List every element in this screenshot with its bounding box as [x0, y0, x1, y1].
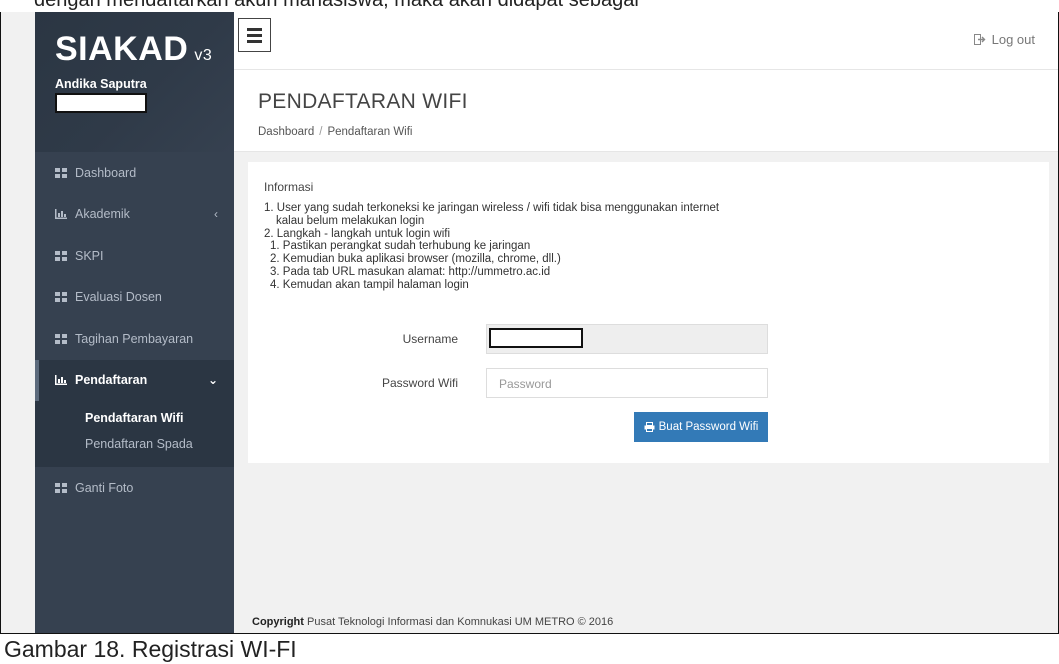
- footer: Copyright Pusat Teknologi Informasi dan …: [234, 606, 1058, 633]
- grid-icon: [55, 167, 67, 178]
- main-area: Log out PENDAFTARAN WIFI Dashboard / Penda…: [234, 12, 1058, 633]
- sidebar-item-label: Pendaftaran: [75, 373, 148, 388]
- password-label: Password Wifi: [381, 376, 458, 390]
- username-label: Username: [402, 332, 458, 346]
- sidebar-item-evaluasi-dosen[interactable]: Evaluasi Dosen: [35, 277, 234, 319]
- sign-out-icon: [973, 34, 986, 45]
- logout-label: Log out: [991, 32, 1035, 47]
- page-header: PENDAFTARAN WIFI Dashboard / Pendaftaran W…: [234, 70, 1058, 152]
- hamburger-icon: [247, 27, 262, 31]
- sidebar-submenu: Pendaftaran Wifi Pendaftaran Spada: [35, 401, 234, 467]
- wifi-registration-panel: Informasi 1. User yang sudah terkoneksi …: [248, 162, 1049, 463]
- grid-icon: [55, 482, 67, 493]
- chevron-left-icon: ‹: [214, 207, 218, 222]
- sidebar-item-pendaftaran[interactable]: Pendaftaran ⌄: [35, 359, 234, 401]
- sidebar-subitem-pendaftaran-spada[interactable]: Pendaftaran Spada: [35, 431, 234, 457]
- logout-link[interactable]: Log out: [973, 32, 1035, 47]
- redacted-username: [489, 328, 583, 348]
- breadcrumb-dashboard[interactable]: Dashboard: [258, 126, 314, 138]
- breadcrumb-current: Pendaftaran Wifi: [327, 126, 413, 138]
- info-line: 4. Kemudan akan tampil halaman login: [270, 278, 469, 291]
- sidebar-item-skpi[interactable]: SKPI: [35, 235, 234, 277]
- info-text: 1. User yang sudah terkoneksi ke jaringa…: [264, 202, 1049, 292]
- copyright-label: Copyright: [252, 616, 304, 628]
- password-row: Password Wifi Password: [276, 368, 768, 398]
- redacted-id: [55, 93, 147, 113]
- brand-name: SIAKAD: [55, 30, 189, 68]
- chevron-down-icon: ⌄: [207, 373, 218, 388]
- panel-title: Informasi: [264, 180, 314, 194]
- sidebar-item-label: Evaluasi Dosen: [75, 290, 162, 305]
- menu-toggle-button[interactable]: [238, 18, 271, 52]
- sidebar-nav: Dashboard Akademik ‹ SKPI Evaluasi Dosen…: [35, 152, 234, 509]
- sidebar-item-label: Ganti Foto: [75, 480, 134, 495]
- username-field: [486, 324, 768, 354]
- info-line: kalau belum melakukan login: [276, 214, 425, 227]
- info-line: 2. Langkah - langkah untuk login wifi: [264, 227, 451, 240]
- button-label: Buat Password Wifi: [658, 421, 759, 433]
- user-name: Andika Saputra: [55, 77, 147, 91]
- figure-caption: Gambar 18. Registrasi WI-FI: [4, 636, 297, 662]
- page-title: PENDAFTARAN WIFI: [258, 90, 468, 113]
- info-line: 1. Pastikan perangkat sudah terhubung ke…: [270, 240, 531, 253]
- document-caption-top: dengan mendaftarkan akun mahasiswa, maka…: [0, 0, 1059, 12]
- sidebar-item-label: Akademik: [75, 207, 130, 222]
- sidebar-subitem-pendaftaran-wifi[interactable]: Pendaftaran Wifi: [35, 405, 234, 431]
- sidebar-item-akademik[interactable]: Akademik ‹: [35, 194, 234, 236]
- app-window: SIAKAD v3 Andika Saputra Dashboard Akadem…: [0, 12, 1059, 634]
- password-placeholder: Password: [499, 377, 552, 391]
- sidebar-item-label: Tagihan Pembayaran: [75, 331, 194, 346]
- brand-version: v3: [194, 47, 213, 64]
- sidebar: SIAKAD v3 Andika Saputra Dashboard Akadem…: [35, 12, 234, 633]
- sidebar-item-dashboard[interactable]: Dashboard: [35, 152, 234, 194]
- password-input[interactable]: Password: [486, 368, 768, 398]
- print-icon: [644, 422, 655, 432]
- sidebar-item-ganti-foto[interactable]: Ganti Foto: [35, 467, 234, 509]
- content-area: Informasi 1. User yang sudah terkoneksi …: [234, 152, 1058, 598]
- bar-chart-icon: [55, 209, 67, 220]
- grid-icon: [55, 250, 67, 261]
- create-wifi-password-button[interactable]: Buat Password Wifi: [634, 412, 768, 442]
- info-line: 1. User yang sudah terkoneksi ke jaringa…: [264, 202, 720, 214]
- brand-logo[interactable]: SIAKAD v3: [55, 30, 234, 69]
- info-line: 2. Kemudian buka aplikasi browser (mozil…: [270, 253, 561, 266]
- username-row: Username: [276, 324, 768, 354]
- sidebar-header: SIAKAD v3 Andika Saputra: [35, 12, 234, 152]
- caption-text: dengan mendaftarkan akun mahasiswa, maka…: [34, 0, 639, 11]
- sidebar-item-tagihan-pembayaran[interactable]: Tagihan Pembayaran: [35, 318, 234, 360]
- sidebar-item-label: Dashboard: [75, 165, 137, 180]
- sidebar-item-label: SKPI: [75, 248, 104, 263]
- info-line: 3. Pada tab URL masukan alamat: http://u…: [270, 265, 551, 278]
- copyright-text: Pusat Teknologi Informasi dan Komnukasi …: [307, 616, 614, 628]
- breadcrumb: Dashboard / Pendaftaran Wifi: [258, 126, 413, 138]
- top-bar: Log out: [234, 12, 1058, 70]
- bar-chart-icon: [55, 375, 67, 386]
- grid-icon: [55, 292, 67, 303]
- grid-icon: [55, 333, 67, 344]
